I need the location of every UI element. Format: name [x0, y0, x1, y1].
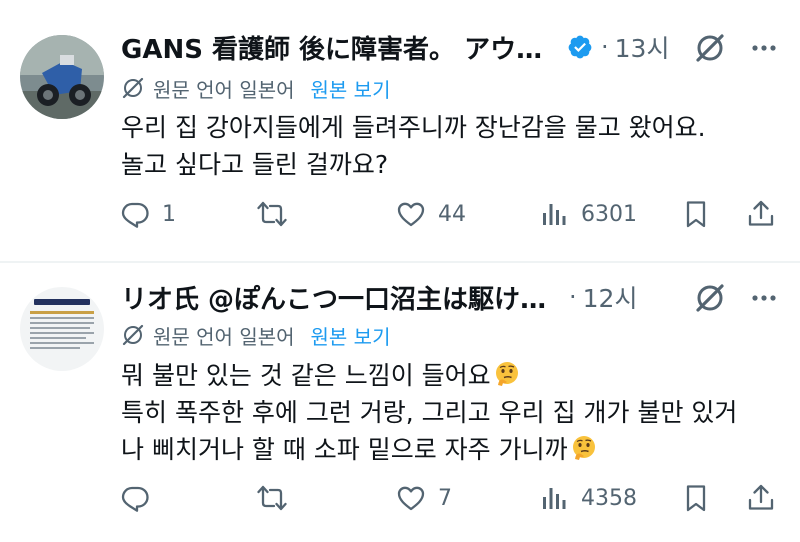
translate-icon	[122, 324, 144, 346]
display-name[interactable]: リオ氏 @ぽんこつ一口沼主は駆け出しグ…	[121, 279, 561, 316]
verified-badge-icon	[568, 35, 592, 59]
grok-button[interactable]	[690, 28, 730, 68]
views-icon	[543, 204, 566, 225]
share-button[interactable]	[746, 476, 776, 520]
more-button[interactable]	[744, 278, 784, 318]
tweet-text: 우리 집 강아지들에게 들려주니까 장난감을 물고 왔어요. 놀고 싶다고 들린…	[121, 109, 781, 183]
like-count: 7	[438, 485, 452, 511]
like-button[interactable]: 44	[396, 192, 466, 236]
views-button[interactable]: 4358	[539, 476, 637, 520]
bookmark-icon	[686, 485, 706, 512]
action-bar: 1 44 6301	[110, 192, 790, 236]
bookmark-button[interactable]	[681, 476, 711, 520]
retweet-icon	[257, 485, 287, 511]
avatar[interactable]	[20, 35, 104, 119]
share-icon	[748, 484, 774, 510]
translation-notice: 원문 언어 일본어 원본 보기	[121, 73, 390, 103]
retweet-icon	[257, 201, 287, 227]
retweet-button[interactable]	[257, 192, 299, 236]
translation-language-note: 원문 언어 일본어	[153, 324, 295, 349]
tweet-divider	[0, 261, 800, 263]
views-icon	[543, 488, 566, 509]
reply-icon	[121, 202, 149, 228]
separator-dot: ·	[569, 283, 577, 311]
views-count: 4358	[581, 485, 637, 511]
separator-dot: ·	[601, 33, 609, 61]
tweet-2[interactable]: リオ氏 @ぽんこつ一口沼主は駆け出しグ… · 12시 원문 언어 일본어 원본 …	[0, 264, 800, 542]
show-original-link[interactable]: 원본 보기	[311, 74, 391, 103]
reply-icon	[121, 486, 149, 512]
tweet-1[interactable]: GANS 看護師 後に障害者。 アウト… · 13시 원문 언어 일본어 원본 …	[0, 0, 800, 262]
retweet-button[interactable]	[257, 476, 299, 520]
grok-icon	[696, 284, 724, 312]
grok-icon	[696, 34, 724, 62]
more-icon	[752, 45, 776, 51]
share-icon	[748, 200, 774, 226]
thinking-face-emoji	[572, 436, 595, 460]
tweet-text-line: 놀고 싶다고 들린 걸까요?	[121, 150, 389, 179]
tweet-text-segment: 뭐 불만 있는 것 같은 느낌이 들어요	[121, 361, 491, 390]
tweet-text-line-1: 뭐 불만 있는 것 같은 느낌이 들어요	[121, 357, 781, 394]
tweet-text-line: 특히 폭주한 후에 그런 거랑, 그리고 우리 집 개가 불만 있거	[121, 398, 738, 427]
more-icon	[752, 295, 776, 301]
thinking-face-emoji	[495, 362, 518, 386]
action-bar: 7 4358	[110, 476, 790, 520]
tweet-text: 뭐 불만 있는 것 같은 느낌이 들어요 특히 폭주한 후에 그런 거랑, 그리…	[121, 357, 781, 468]
tweet-text-line-3: 나 삐치거나 할 때 소파 밑으로 자주 가니까	[121, 431, 781, 468]
display-name[interactable]: GANS 看護師 後に障害者。 アウト…	[121, 29, 561, 66]
tweet-header: リオ氏 @ぽんこつ一口沼主は駆け出しグ… · 12시	[121, 277, 637, 317]
views-count: 6301	[581, 201, 637, 227]
more-button[interactable]	[744, 28, 784, 68]
share-button[interactable]	[746, 192, 776, 236]
views-button[interactable]: 6301	[539, 192, 637, 236]
translate-icon	[122, 77, 144, 99]
grok-button[interactable]	[690, 278, 730, 318]
reply-count: 1	[162, 201, 176, 227]
reply-button[interactable]	[120, 476, 162, 520]
timestamp[interactable]: 12시	[583, 279, 638, 315]
bookmark-button[interactable]	[681, 192, 711, 236]
reply-button[interactable]: 1	[120, 192, 176, 236]
tweet-header: GANS 看護師 後に障害者。 アウト… · 13시	[121, 27, 669, 67]
timestamp[interactable]: 13시	[615, 29, 670, 65]
tweet-text-line: 우리 집 강아지들에게 들려주니까 장난감을 물고 왔어요.	[121, 113, 706, 142]
tweet-text-segment: 나 삐치거나 할 때 소파 밑으로 자주 가니까	[121, 435, 568, 464]
show-original-link[interactable]: 원본 보기	[311, 321, 391, 350]
bookmark-icon	[686, 201, 706, 228]
translation-notice: 원문 언어 일본어 원본 보기	[121, 320, 390, 350]
translation-language-note: 원문 언어 일본어	[153, 77, 295, 102]
like-count: 44	[438, 201, 466, 227]
like-icon	[397, 486, 425, 511]
avatar[interactable]	[20, 287, 104, 371]
like-button[interactable]: 7	[396, 476, 452, 520]
like-icon	[397, 202, 425, 227]
